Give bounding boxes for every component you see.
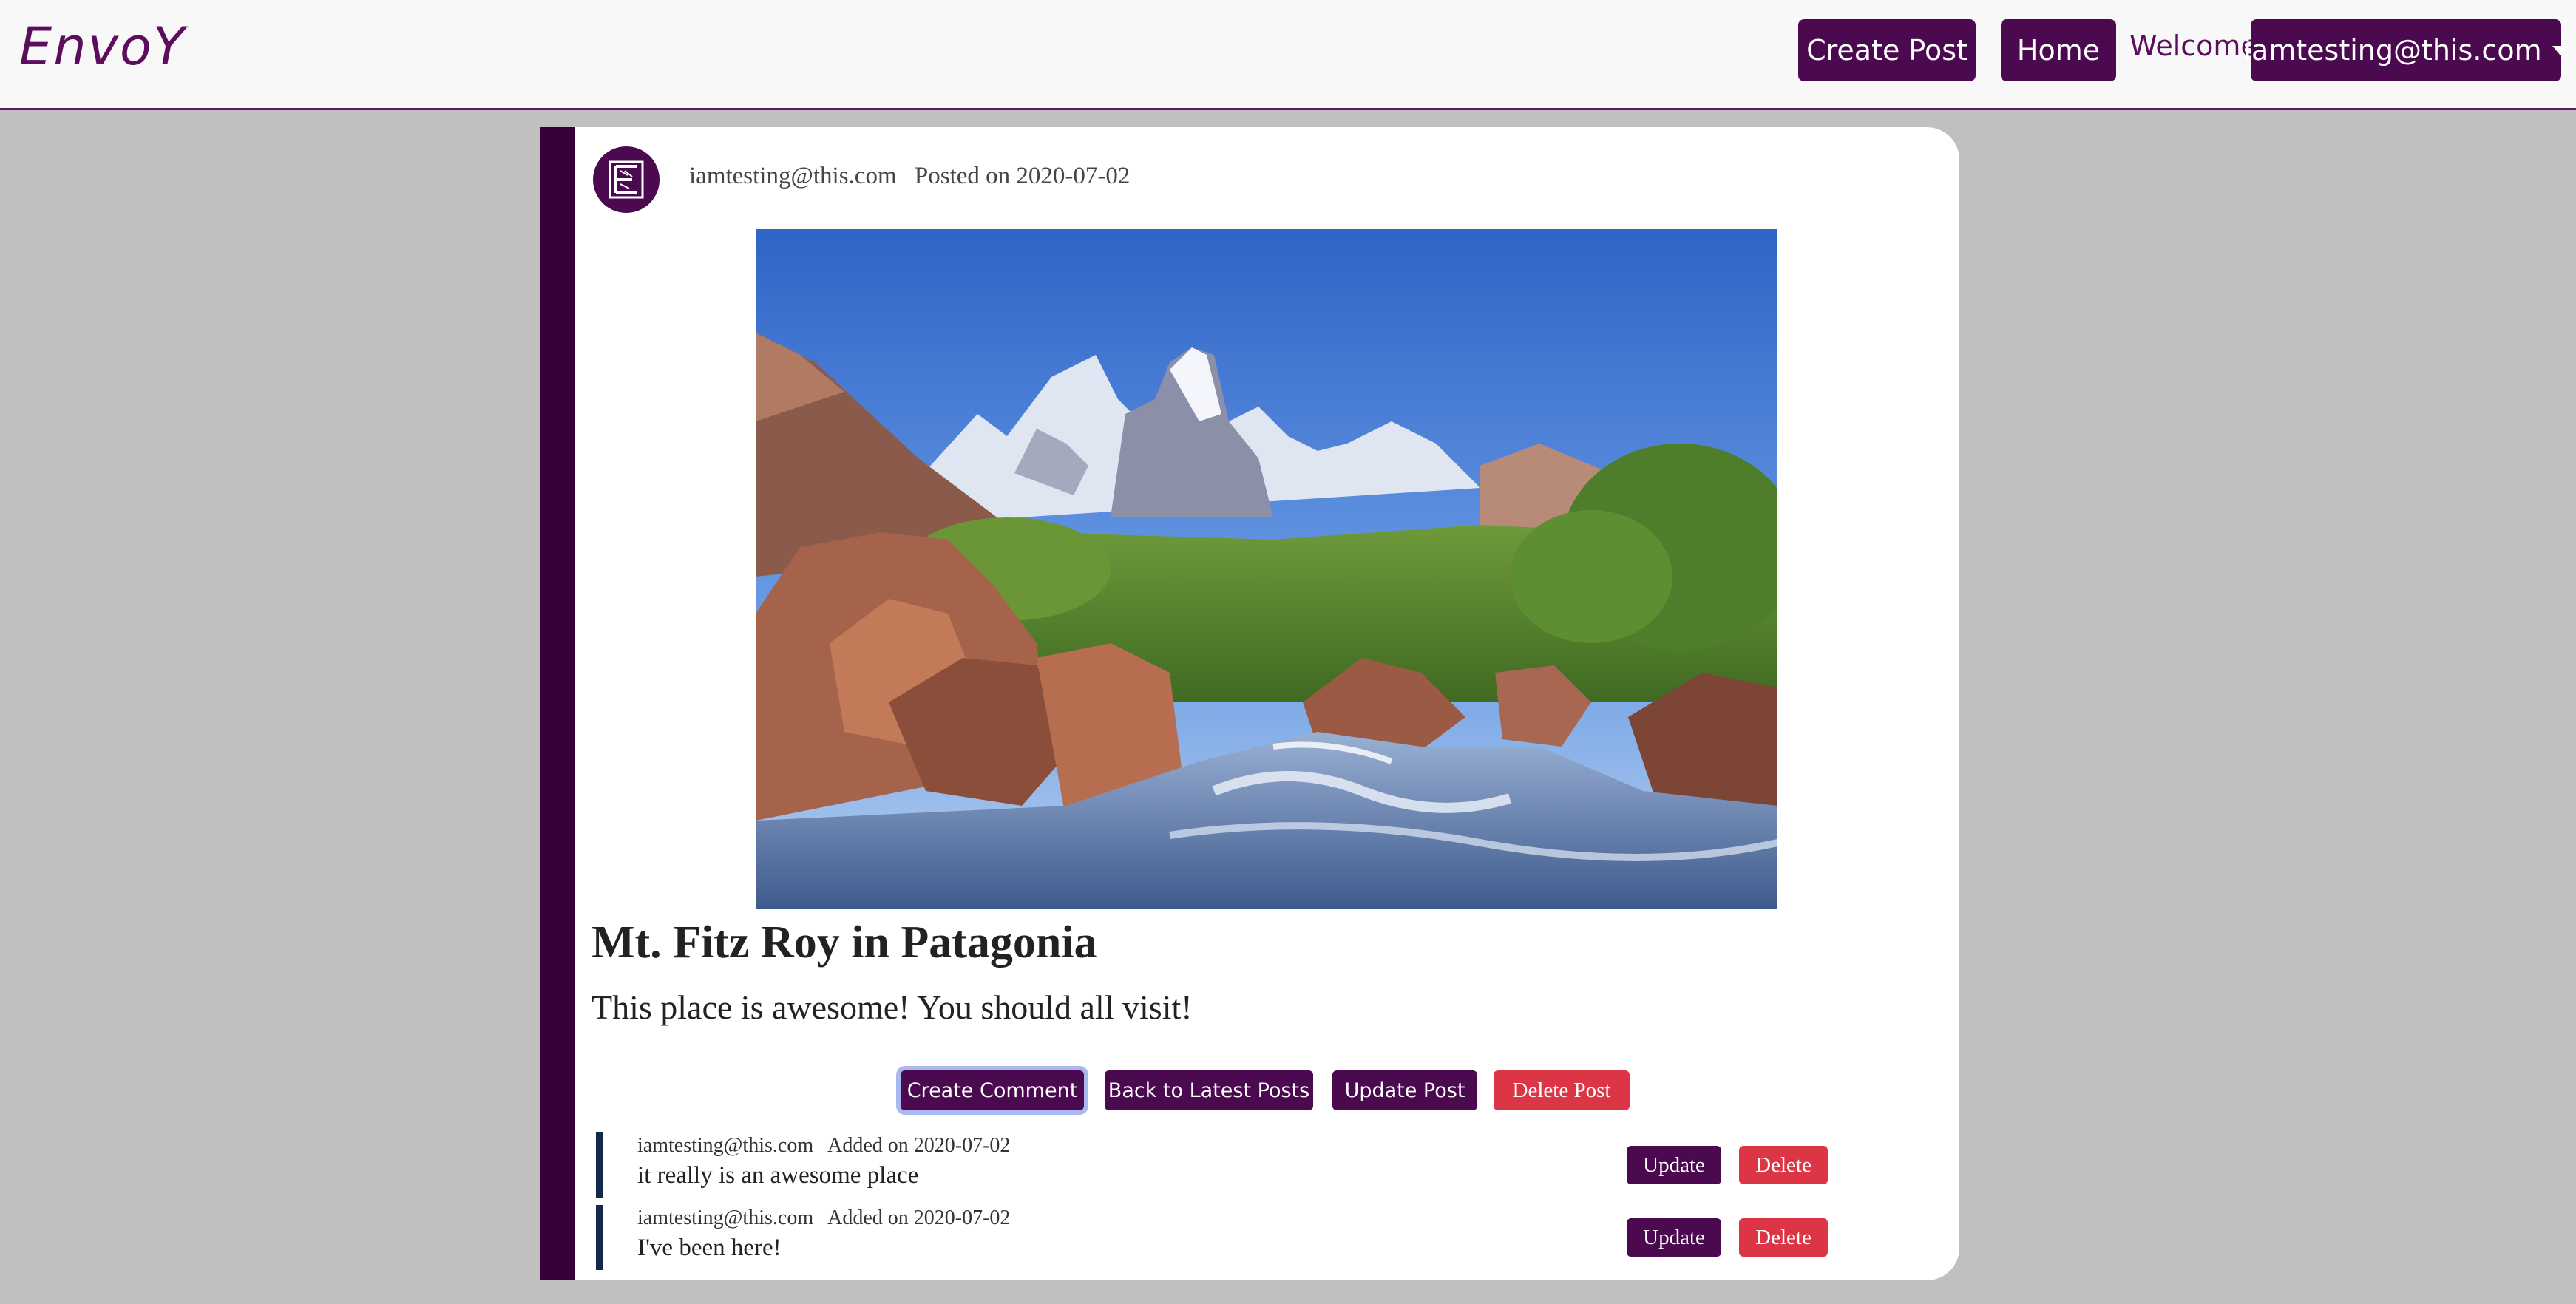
comment-accent-bar: [596, 1132, 603, 1198]
update-comment-button[interactable]: Update: [1627, 1146, 1721, 1184]
comment-date: Added on 2020-07-02: [827, 1134, 1011, 1157]
comment-text: it really is an awesome place: [637, 1162, 919, 1189]
brand-logo[interactable]: EnvoY: [19, 16, 186, 77]
delete-comment-button[interactable]: Delete: [1739, 1218, 1828, 1257]
comment-meta: iamtesting@this.com Added on 2020-07-02: [637, 1134, 1010, 1158]
create-post-button[interactable]: Create Post: [1798, 19, 1976, 81]
post-date: Posted on 2020-07-02: [914, 163, 1131, 189]
user-menu-label: iamtesting@this.com: [2243, 34, 2542, 67]
delete-post-button[interactable]: Delete Post: [1494, 1070, 1630, 1110]
comment-accent-bar: [596, 1205, 603, 1270]
post-body: This place is awesome! You should all vi…: [592, 988, 1193, 1026]
navbar: EnvoY Create Post Home Welcome, iamtesti…: [0, 0, 2576, 110]
post-card: iamtesting@this.com Posted on 2020-07-02: [540, 127, 1959, 1280]
comment-date: Added on 2020-07-02: [827, 1206, 1011, 1229]
home-button[interactable]: Home: [2001, 19, 2116, 81]
comment-text: I've been here!: [637, 1235, 782, 1261]
envoy-logo-icon: [609, 160, 644, 199]
delete-comment-button[interactable]: Delete: [1739, 1146, 1828, 1184]
avatar: [593, 146, 660, 213]
post-title: Mt. Fitz Roy in Patagonia: [592, 917, 1097, 968]
user-menu-dropdown[interactable]: iamtesting@this.com: [2243, 19, 2569, 81]
update-post-button[interactable]: Update Post: [1332, 1070, 1477, 1110]
comment-author: iamtesting@this.com: [637, 1206, 814, 1229]
comment-author: iamtesting@this.com: [637, 1134, 814, 1157]
caret-down-icon: [2552, 45, 2569, 55]
create-comment-button[interactable]: Create Comment: [901, 1070, 1084, 1110]
post-author[interactable]: iamtesting@this.com: [689, 163, 897, 189]
comment-meta: iamtesting@this.com Added on 2020-07-02: [637, 1206, 1010, 1230]
back-to-latest-posts-button[interactable]: Back to Latest Posts: [1105, 1070, 1313, 1110]
post-meta: iamtesting@this.com Posted on 2020-07-02: [689, 163, 1130, 190]
card-accent-bar: [540, 127, 575, 1280]
post-image: [756, 229, 1777, 909]
update-comment-button[interactable]: Update: [1627, 1218, 1721, 1257]
comment-item: iamtesting@this.com Added on 2020-07-02 …: [575, 1132, 1959, 1198]
comment-item: iamtesting@this.com Added on 2020-07-02 …: [575, 1205, 1959, 1270]
